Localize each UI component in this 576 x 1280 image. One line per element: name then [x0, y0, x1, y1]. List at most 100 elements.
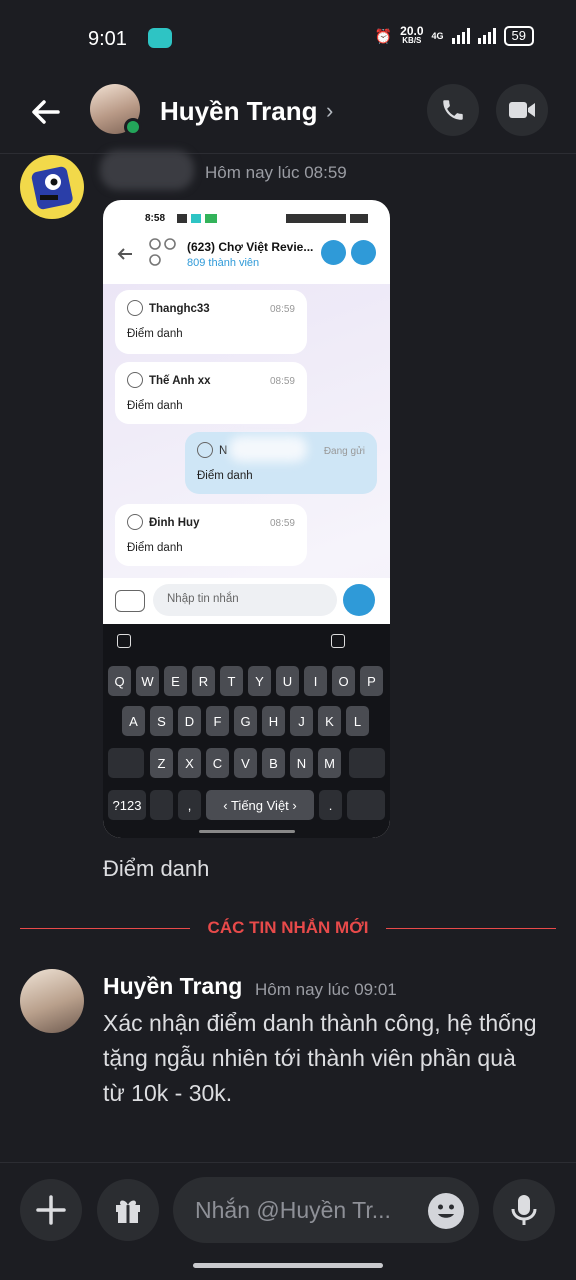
- dot-key: .: [319, 790, 342, 820]
- keyboard-key: F: [206, 706, 229, 736]
- inner-status-icons: [177, 214, 217, 223]
- net-speed: 20.0: [400, 24, 424, 38]
- chat-title[interactable]: Huyền Trang: [160, 96, 317, 127]
- inner-settings-icon: [321, 240, 346, 265]
- video-call-button[interactable]: [496, 84, 548, 136]
- person-icon: [127, 372, 143, 388]
- keyboard-key: M: [318, 748, 341, 778]
- comma-key: ,: [178, 790, 201, 820]
- keyboard-key: J: [290, 706, 313, 736]
- keyboard-key: C: [206, 748, 229, 778]
- bubble-time: 08:59: [269, 304, 295, 315]
- inner-chat-header: (623) Chợ Việt Revie... 809 thành viên: [103, 230, 390, 278]
- status-icons: ⏰ 20.0 KB/S 4G 59: [374, 24, 534, 46]
- message-timestamp: Hôm nay lúc 08:59: [205, 163, 347, 182]
- new-messages-divider: CÁC TIN NHẮN MỚI: [20, 916, 556, 942]
- inner-keyboard: Q W E R T Y U I O P A S D F G H J K L Z X C V B N M ?123, ‹ Tiếng V…: [103, 624, 390, 838]
- keyboard-key: B: [262, 748, 285, 778]
- keyboard-key: O: [332, 666, 355, 696]
- voice-message-button[interactable]: [493, 1179, 555, 1241]
- keyboard-key: S: [150, 706, 173, 736]
- bubble-author: Thế Anh xx: [149, 375, 211, 387]
- bubble-author: N: [219, 445, 228, 457]
- inner-bubble: Thế Anh xx 08:59 Điểm danh: [115, 362, 307, 424]
- bubble-time: Đang gửi: [323, 446, 365, 457]
- home-indicator: [193, 1263, 383, 1268]
- keyboard-key: G: [234, 706, 257, 736]
- arrow-left-icon: [32, 100, 60, 124]
- keyboard-key: H: [262, 706, 285, 736]
- person-icon: [127, 300, 143, 316]
- group-icon: [149, 238, 176, 266]
- clipboard-icon-2: [331, 634, 345, 648]
- keyboard-key: Y: [248, 666, 271, 696]
- keyboard-key: V: [234, 748, 257, 778]
- sender-avatar[interactable]: [20, 155, 84, 219]
- voice-call-button[interactable]: [427, 84, 479, 136]
- bot-avatar-image: [31, 166, 73, 210]
- emoji-button[interactable]: [428, 1193, 464, 1229]
- net-unit: KB/S: [402, 36, 422, 45]
- keyboard-key: X: [178, 748, 201, 778]
- person-icon: [127, 514, 143, 530]
- inner-chat-members: 809 thành viên: [187, 257, 260, 269]
- inner-status-time: 8:58: [145, 213, 166, 224]
- inner-input-placeholder: Nhập tin nhắn: [167, 593, 239, 605]
- inner-status-bar: 8:58: [103, 200, 390, 230]
- bubble-text: Điểm danh: [127, 542, 183, 554]
- signal-icon: [451, 28, 470, 44]
- inner-bubble: Thanghc33 08:59 Điểm danh: [115, 290, 307, 354]
- add-attachment-button[interactable]: [20, 1179, 82, 1241]
- keyboard-key: A: [122, 706, 145, 736]
- app-notification-icon: [148, 28, 172, 48]
- keyboard-key: P: [360, 666, 383, 696]
- message-text: Xác nhận điểm danh thành công, hệ thống …: [103, 1010, 537, 1106]
- bubble-author: Đinh Huy: [149, 517, 200, 529]
- inner-info-icon: [351, 240, 376, 265]
- status-time: 9:01: [88, 28, 127, 50]
- send-icon: [343, 584, 375, 616]
- attached-screenshot[interactable]: 8:58 (623) Chợ Việt Revie... 809 thành v…: [103, 200, 390, 838]
- keyboard-key: K: [318, 706, 341, 736]
- video-icon: [509, 102, 535, 118]
- phone-icon: [443, 100, 463, 120]
- emoji-key-icon: [150, 790, 173, 820]
- clipboard-icon: [117, 634, 131, 648]
- net-type: 4G: [431, 31, 444, 41]
- inner-back-icon: [117, 248, 132, 260]
- space-key: ‹ Tiếng Việt ›: [206, 790, 314, 820]
- person-icon: [197, 442, 213, 458]
- bubble-text: Điểm danh: [127, 400, 183, 412]
- chat-header: Huyền Trang ›: [0, 72, 576, 154]
- keyboard-key: W: [136, 666, 159, 696]
- back-button[interactable]: [26, 92, 66, 132]
- online-status-icon: [124, 118, 142, 136]
- battery-icon: 59: [503, 26, 534, 46]
- message-caption: Điểm danh: [103, 856, 210, 881]
- shift-key-icon: [108, 748, 144, 778]
- keyboard-key: L: [346, 706, 369, 736]
- keyboard-key: N: [290, 748, 313, 778]
- gift-icon: [116, 1200, 140, 1223]
- chevron-right-icon[interactable]: ›: [326, 98, 333, 124]
- alarm-icon: ⏰: [374, 27, 393, 44]
- backspace-key-icon: [349, 748, 385, 778]
- author-avatar[interactable]: [20, 969, 84, 1033]
- new-messages-label: CÁC TIN NHẮN MỚI: [207, 918, 369, 937]
- symbols-key: ?123: [108, 790, 146, 820]
- message-author[interactable]: Huyền Trang: [103, 973, 242, 1000]
- message-timestamp: Hôm nay lúc 09:01: [255, 980, 397, 999]
- redaction-blur: [229, 436, 307, 462]
- signal-icon-2: [477, 28, 496, 44]
- enter-key-icon: [347, 790, 385, 820]
- keyboard-key: T: [220, 666, 243, 696]
- microphone-icon: [511, 1195, 537, 1225]
- emoji-icon: [438, 1204, 454, 1218]
- gift-button[interactable]: [97, 1179, 159, 1241]
- inner-home-bar: [199, 830, 295, 833]
- bubble-time: 08:59: [269, 518, 295, 529]
- status-bar: 9:01 ⏰ 20.0 KB/S 4G 59: [0, 0, 576, 72]
- inner-input-bar: Nhập tin nhắn: [103, 578, 390, 624]
- keyboard-key: D: [178, 706, 201, 736]
- inner-chat-title: (623) Chợ Việt Revie...: [187, 240, 314, 254]
